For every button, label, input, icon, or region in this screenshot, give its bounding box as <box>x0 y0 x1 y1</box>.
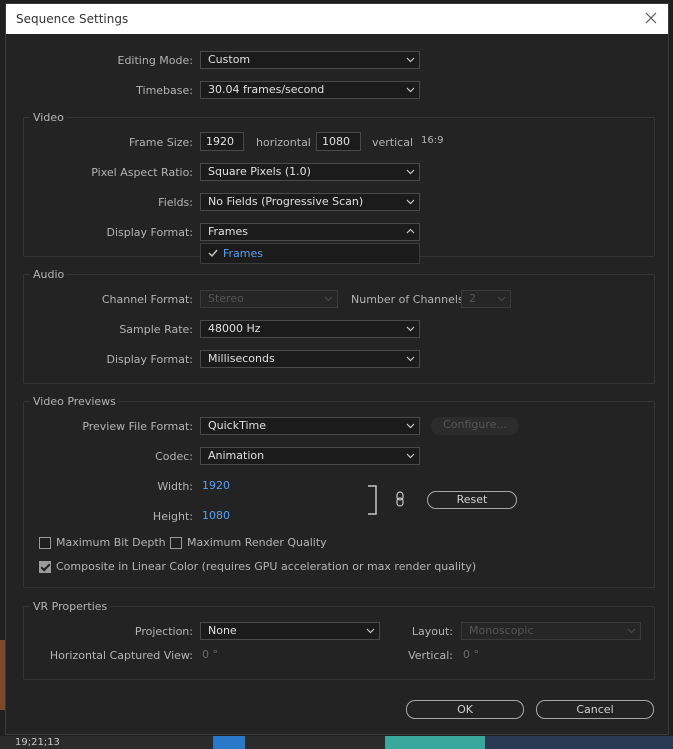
pixel-aspect-value: Square Pixels (1.0) <box>208 165 311 178</box>
vr-properties-group <box>23 606 655 680</box>
chevron-down-icon <box>406 169 415 175</box>
pixel-aspect-select[interactable]: Square Pixels (1.0) <box>200 163 420 181</box>
preview-file-format-select[interactable]: QuickTime <box>200 417 420 435</box>
display-format-select[interactable]: Frames <box>200 223 420 241</box>
fields-label: Fields: <box>158 196 193 209</box>
max-bit-depth-label: Maximum Bit Depth <box>56 536 166 549</box>
height-value[interactable]: 1080 <box>202 509 230 522</box>
title-bar: Sequence Settings <box>6 4 668 34</box>
editing-mode-value: Custom <box>208 53 251 66</box>
ok-button[interactable]: OK <box>406 700 524 719</box>
projection-select[interactable]: None <box>200 622 380 640</box>
chevron-down-icon <box>406 87 415 93</box>
fields-select[interactable]: No Fields (Progressive Scan) <box>200 193 420 211</box>
sequence-settings-dialog: Sequence Settings Editing Mode: Custom T… <box>5 3 669 735</box>
sample-rate-select[interactable]: 48000 Hz <box>200 320 420 338</box>
max-bit-depth-checkbox[interactable] <box>39 537 51 549</box>
audio-display-format-select[interactable]: Milliseconds <box>200 350 420 368</box>
vr-vertical-label: Vertical: <box>408 649 453 662</box>
chevron-down-icon <box>406 57 415 63</box>
preview-file-format-label: Preview File Format: <box>82 420 193 433</box>
horizontal-label: horizontal <box>256 136 311 149</box>
preview-file-format-value: QuickTime <box>208 419 267 432</box>
vr-properties-group-title: VR Properties <box>30 600 111 613</box>
aspect-ratio-readout: 16:9 <box>421 135 444 146</box>
sample-rate-value: 48000 Hz <box>208 322 261 335</box>
display-format-dropdown: Frames <box>200 243 420 264</box>
h-captured-view-label: Horizontal Captured View: <box>49 649 193 662</box>
height-label: Height: <box>152 510 193 523</box>
display-format-label: Display Format: <box>106 226 193 239</box>
reset-button[interactable]: Reset <box>427 491 517 509</box>
timebase-select[interactable]: 30.04 frames/second <box>200 81 420 99</box>
codec-select[interactable]: Animation <box>200 447 420 465</box>
configure-button[interactable]: Configure... <box>431 417 519 435</box>
chevron-down-icon <box>406 326 415 332</box>
layout-select[interactable]: Monoscopic <box>461 622 641 640</box>
channel-format-value: Stereo <box>208 292 244 305</box>
timecode-readout: 19;21;13 <box>15 737 60 748</box>
audio-display-format-label: Display Format: <box>106 353 193 366</box>
audio-group-title: Audio <box>30 268 68 281</box>
chevron-down-icon <box>406 199 415 205</box>
timebase-label: Timebase: <box>136 84 193 97</box>
layout-value: Monoscopic <box>469 624 534 637</box>
checkmark-icon <box>208 249 218 258</box>
chevron-down-icon <box>406 453 415 459</box>
codec-value: Animation <box>208 449 265 462</box>
num-channels-label: Number of Channels: <box>351 293 468 306</box>
projection-label: Projection: <box>134 625 193 638</box>
timeline-clip-blue <box>213 736 245 749</box>
vertical-label: vertical <box>372 136 414 149</box>
max-render-quality-checkbox[interactable] <box>170 537 182 549</box>
close-icon[interactable] <box>642 9 660 27</box>
link-bracket <box>368 485 377 515</box>
chevron-down-icon <box>366 628 375 634</box>
dropdown-option-frames[interactable]: Frames <box>223 247 263 260</box>
chevron-down-icon <box>497 296 506 302</box>
projection-value: None <box>208 624 237 637</box>
num-channels-value: 2 <box>469 292 476 305</box>
chevron-down-icon <box>324 296 333 302</box>
linear-color-checkbox[interactable] <box>39 561 51 573</box>
vr-vertical-value: 0 ° <box>463 648 479 661</box>
channel-format-label: Channel Format: <box>101 293 193 306</box>
width-label: Width: <box>157 480 193 493</box>
audio-display-format-value: Milliseconds <box>208 352 275 365</box>
video-group-title: Video <box>30 111 67 124</box>
chevron-down-icon <box>406 356 415 362</box>
width-value[interactable]: 1920 <box>202 479 230 492</box>
frame-width-input[interactable]: 1920 <box>200 132 244 151</box>
max-render-quality-label: Maximum Render Quality <box>187 536 327 549</box>
chevron-up-icon <box>406 228 415 234</box>
dialog-title: Sequence Settings <box>16 12 129 26</box>
timebase-value: 30.04 frames/second <box>208 83 325 96</box>
fields-value: No Fields (Progressive Scan) <box>208 195 364 208</box>
frame-height-input[interactable]: 1080 <box>316 132 361 151</box>
chevron-down-icon <box>406 423 415 429</box>
layout-label: Layout: <box>411 625 453 638</box>
frame-size-label: Frame Size: <box>128 136 193 149</box>
timeline-audio-waveform <box>485 736 673 749</box>
editing-mode-select[interactable]: Custom <box>200 51 420 69</box>
chain-link-icon[interactable] <box>395 491 405 507</box>
channel-format-select[interactable]: Stereo <box>200 290 338 308</box>
sample-rate-label: Sample Rate: <box>119 323 193 336</box>
editing-mode-label: Editing Mode: <box>117 54 194 67</box>
h-captured-view-value: 0 ° <box>202 648 218 661</box>
display-format-value: Frames <box>208 225 249 238</box>
linear-color-label: Composite in Linear Color (requires GPU … <box>56 560 477 573</box>
timeline-clip-teal <box>385 736 485 749</box>
chevron-down-icon <box>627 628 636 634</box>
pixel-aspect-label: Pixel Aspect Ratio: <box>91 166 193 179</box>
cancel-button[interactable]: Cancel <box>536 700 654 719</box>
num-channels-select[interactable]: 2 <box>461 290 511 308</box>
codec-label: Codec: <box>155 450 193 463</box>
video-previews-group-title: Video Previews <box>30 395 119 408</box>
